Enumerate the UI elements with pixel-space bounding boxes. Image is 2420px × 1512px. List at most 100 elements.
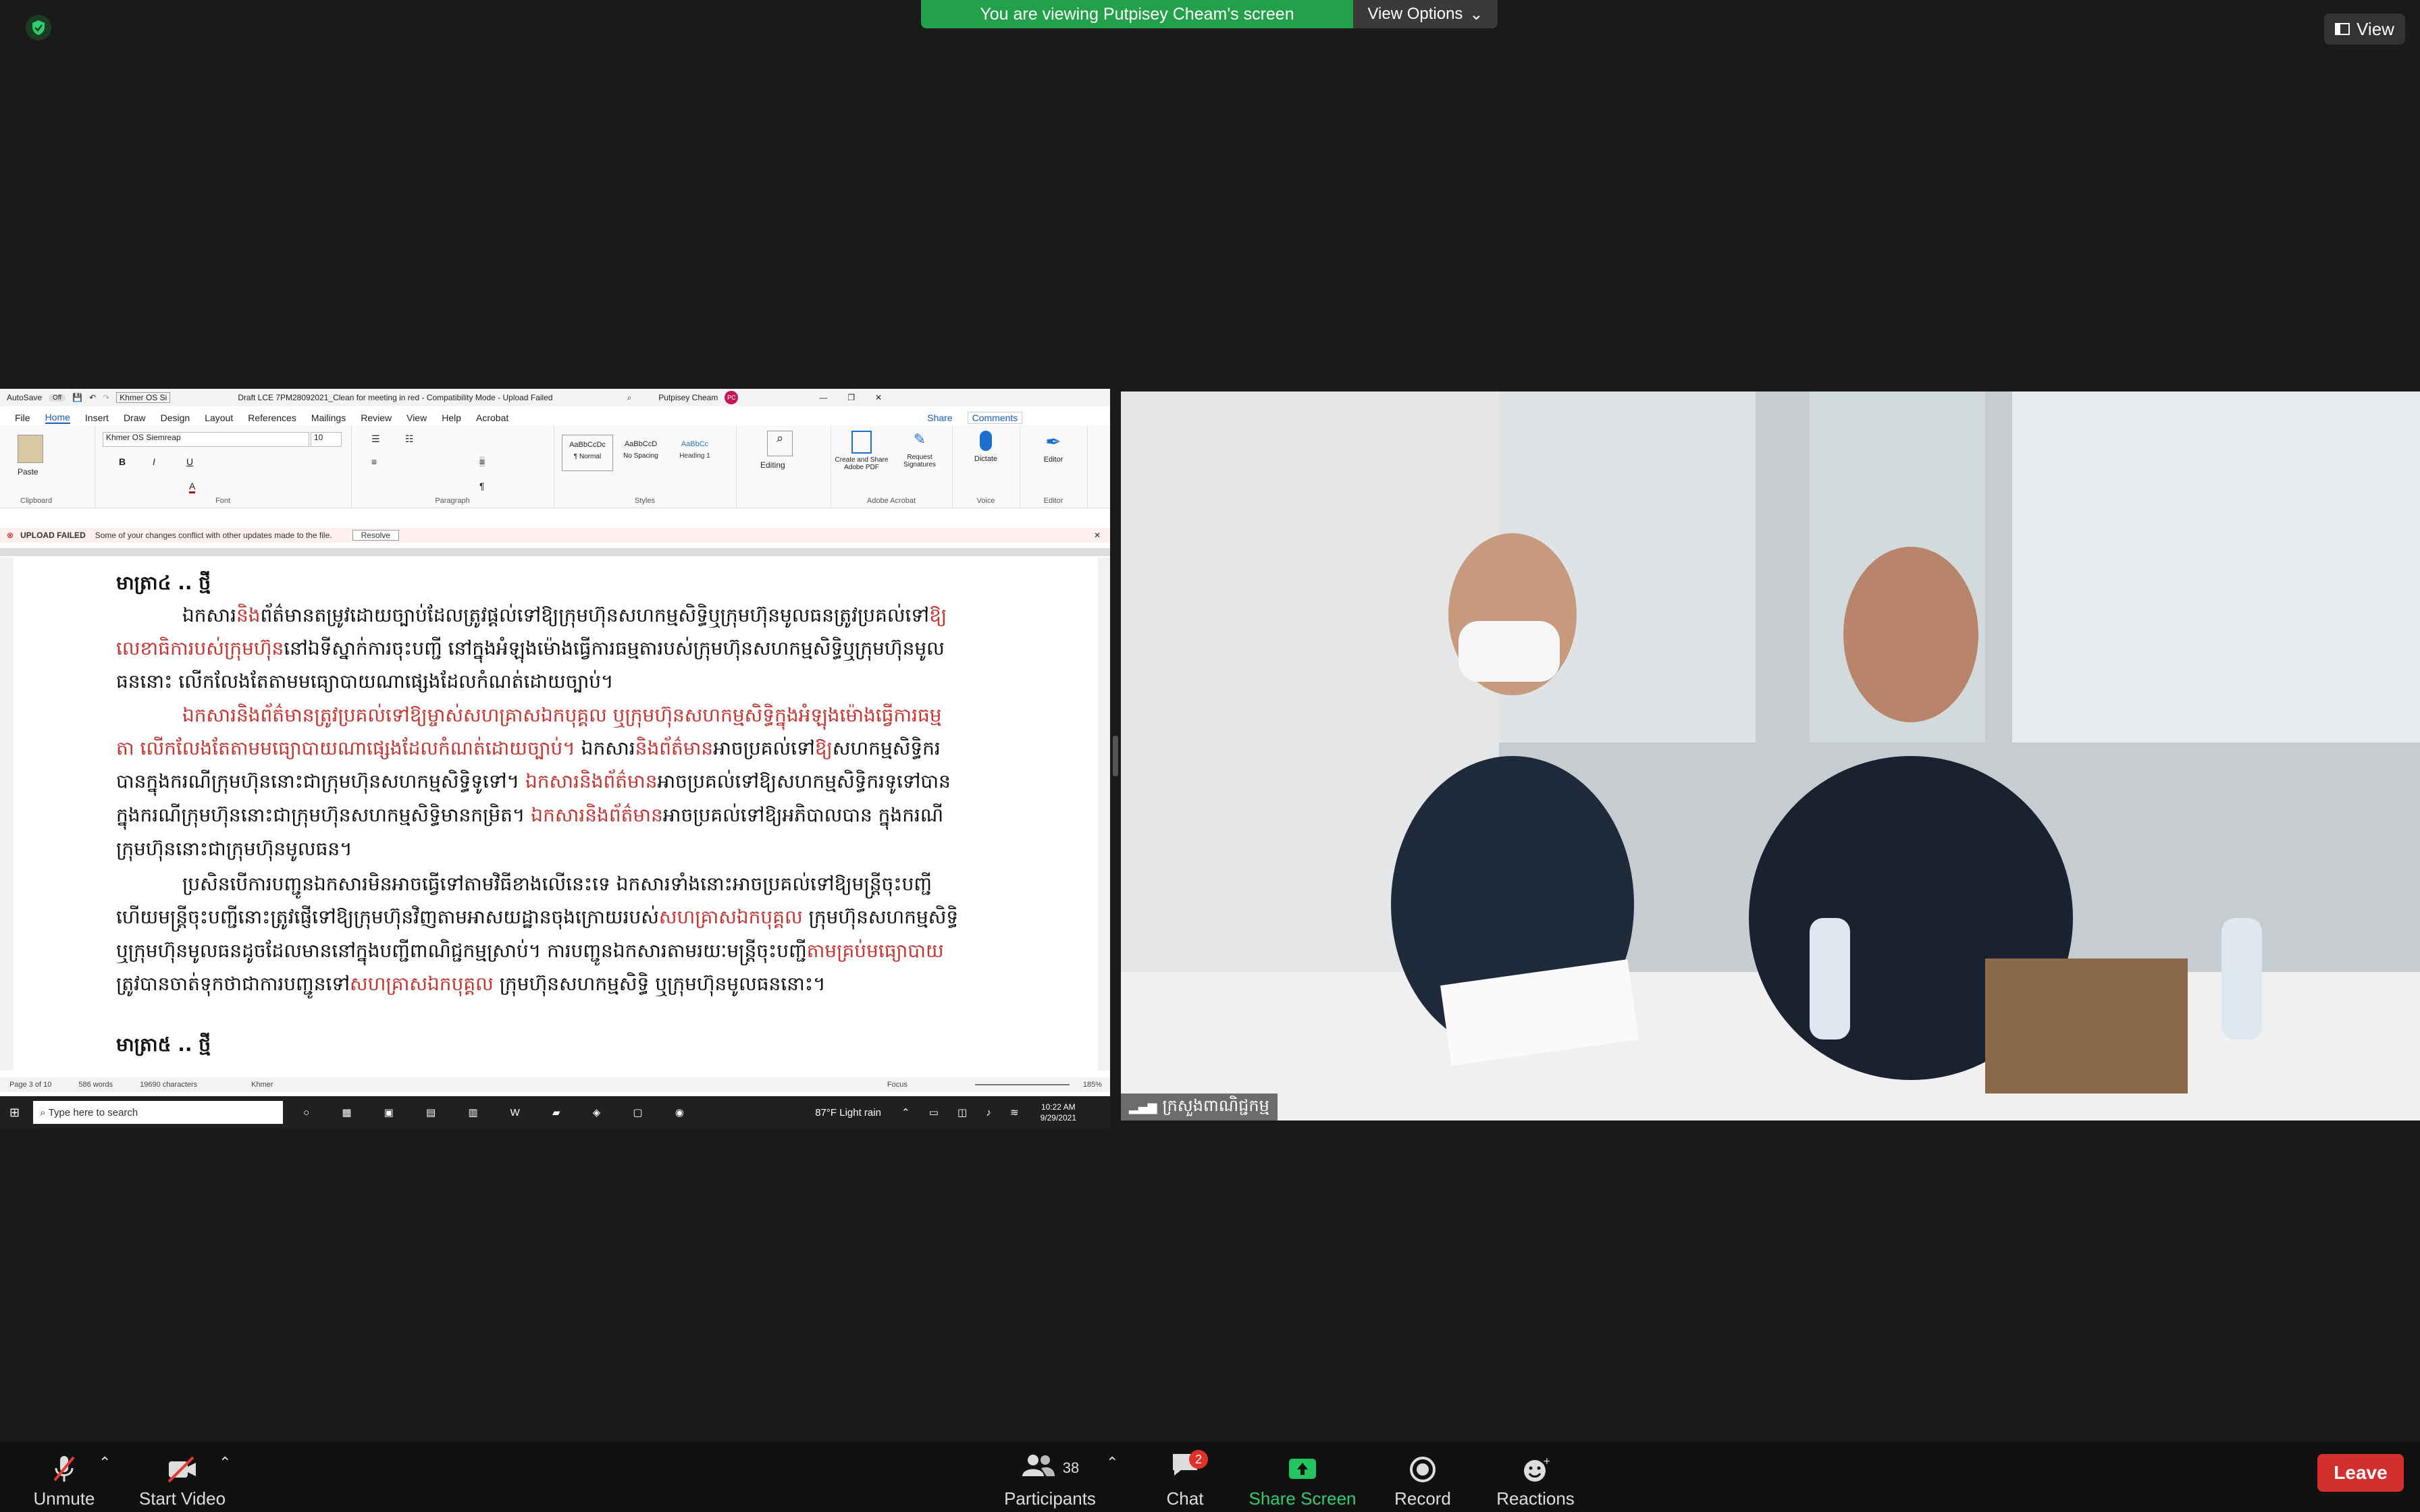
view-options-button[interactable]: View Options ⌄ xyxy=(1353,0,1498,28)
pilcrow-icon[interactable]: ¶ xyxy=(479,481,485,491)
document-line: ឯកសារនិងព័ត៌មានតម្រូវដោយច្បាប់ដែលត្រូវផ្… xyxy=(182,603,947,631)
upload-failed-label: UPLOAD FAILED xyxy=(20,531,86,540)
request-signatures-button[interactable]: ✎ Request Signatures xyxy=(893,431,947,468)
document-page[interactable]: មាត្រា៤ .. ថ្មី ឯកសារនិងព័ត៌មានតម្រូវដោយច… xyxy=(14,558,1098,1071)
share-screen-button[interactable]: Share Screen xyxy=(1246,1449,1359,1509)
zoom-slider[interactable] xyxy=(974,1084,1070,1085)
document-line: ត្រូវបានចាត់ទុកថាជាការបញ្ជូនទៅសហគ្រាសឯកប… xyxy=(116,972,826,1000)
clock[interactable]: 10:22 AM 9/29/2021 xyxy=(1041,1102,1076,1123)
revised-text: សហគ្រាសឯកបុគ្គល xyxy=(658,906,803,928)
justify-icon[interactable]: ≡ xyxy=(479,456,485,467)
tab-acrobat[interactable]: Acrobat xyxy=(476,412,508,423)
italic-button[interactable]: I xyxy=(153,456,155,467)
clock-date: 9/29/2021 xyxy=(1040,1113,1076,1123)
revised-text: តាមគ្រប់មធ្យោបាយ xyxy=(806,940,944,962)
autosave-toggle[interactable]: Off xyxy=(49,394,66,402)
tab-file[interactable]: File xyxy=(15,412,30,423)
editing-label[interactable]: Editing xyxy=(760,460,785,470)
tab-view[interactable]: View xyxy=(406,412,427,423)
ruler[interactable] xyxy=(0,548,1110,556)
font-quick-box[interactable]: Khmer OS Si xyxy=(116,392,171,403)
zoom-level[interactable]: 185% xyxy=(1083,1081,1102,1089)
record-button[interactable]: Record xyxy=(1394,1449,1452,1509)
voice-label: Voice xyxy=(976,497,995,505)
save-icon[interactable]: 💾 xyxy=(72,393,82,402)
view-label: View xyxy=(2357,18,2394,39)
paste-icon[interactable] xyxy=(18,435,43,463)
bullets-icon[interactable]: ☰ xyxy=(371,433,380,445)
leave-button[interactable]: Leave xyxy=(2317,1454,2404,1492)
style-no-spacing[interactable]: AaBbCcD No Spacing xyxy=(616,435,666,470)
tab-references[interactable]: References xyxy=(248,412,296,423)
tab-insert[interactable]: Insert xyxy=(85,412,109,423)
avatar[interactable]: PC xyxy=(725,391,739,404)
word-count[interactable]: 586 words xyxy=(78,1081,113,1089)
dictate-button[interactable]: Dictate xyxy=(966,431,1006,463)
unmute-button[interactable]: Unmute xyxy=(27,1449,101,1509)
focus-button[interactable]: Focus xyxy=(887,1081,908,1089)
view-button[interactable]: View xyxy=(2324,14,2405,45)
text-run: សហកម្មសិទ្ធិករ xyxy=(832,737,941,759)
taskbar-search-box[interactable]: ⌕ Type here to search xyxy=(33,1101,284,1124)
start-video-button[interactable]: Start Video xyxy=(135,1449,230,1509)
text-run: ប្រសិនបើការបញ្ជូនឯកសារមិនអាចធ្វើទៅតាមវិធ… xyxy=(182,873,932,895)
participant-name: ក្រសួងពាណិជ្ជកម្ម xyxy=(1162,1096,1269,1115)
style-heading1[interactable]: AaBbCc Heading 1 xyxy=(670,435,720,470)
comments-button[interactable]: Comments xyxy=(967,412,1023,424)
editing-search-icon[interactable]: ⌕ xyxy=(767,431,793,456)
search-icon[interactable]: ⌕ xyxy=(627,393,632,403)
paste-label[interactable]: Paste xyxy=(18,467,38,477)
tray-icons[interactable]: ⌃ ▭ ◫ ♪ ≋ xyxy=(901,1106,1027,1118)
numbering-icon[interactable]: ☷ xyxy=(405,433,414,445)
weather-widget[interactable]: 87°F Light rain xyxy=(815,1107,881,1118)
dictate-label: Dictate xyxy=(974,455,998,463)
share-button[interactable]: Share xyxy=(927,412,952,423)
editor-label: Editor xyxy=(1043,456,1063,464)
tab-design[interactable]: Design xyxy=(161,412,190,423)
editor-button[interactable]: ✒ Editor xyxy=(1033,431,1074,464)
minimize-icon[interactable]: — xyxy=(819,393,827,402)
pane-divider-handle[interactable] xyxy=(1113,736,1118,776)
revised-text: ឱ្យ xyxy=(929,604,947,626)
close-icon[interactable]: ✕ xyxy=(1094,531,1101,540)
undo-icon[interactable]: ↶ xyxy=(89,393,96,402)
character-count[interactable]: 19690 characters xyxy=(140,1081,197,1089)
tab-layout[interactable]: Layout xyxy=(205,412,233,423)
windows-start-icon[interactable]: ⊞ xyxy=(9,1106,20,1120)
font-color-button[interactable]: A xyxy=(189,481,196,493)
restore-icon[interactable]: ❐ xyxy=(847,393,855,402)
chat-unread-badge: 2 xyxy=(1189,1450,1208,1469)
align-left-icon[interactable]: ≡ xyxy=(371,456,377,467)
security-shield-icon[interactable] xyxy=(26,15,51,40)
taskbar-app-icons[interactable]: ○ ▦ ▣ ▤ ▥ W ▰ ◈ ▢ ◉ xyxy=(303,1106,699,1118)
font-size-select[interactable]: 10 xyxy=(311,432,342,447)
resolve-button[interactable]: Resolve xyxy=(352,530,399,541)
chat-button[interactable]: 2 Chat xyxy=(1160,1449,1210,1509)
text-run: អាចប្រគល់ទៅឱ្យសហកម្មសិទ្ធិករទូទៅបាន xyxy=(657,770,951,792)
style-heading1-preview: AaBbCc xyxy=(681,440,709,448)
audio-options-chevron-icon[interactable]: ⌃ xyxy=(99,1454,111,1472)
participants-button[interactable]: 38 Participants xyxy=(999,1449,1101,1509)
request-signatures-label: Request Signatures xyxy=(903,454,936,468)
tab-review[interactable]: Review xyxy=(361,412,392,423)
close-icon[interactable]: ✕ xyxy=(875,393,882,402)
style-normal[interactable]: AaBbCcDc ¶ Normal xyxy=(562,435,613,471)
video-options-chevron-icon[interactable]: ⌃ xyxy=(219,1454,231,1472)
page-count[interactable]: Page 3 of 10 xyxy=(9,1081,51,1089)
clipboard-label: Clipboard xyxy=(20,497,53,505)
language[interactable]: Khmer xyxy=(251,1081,273,1089)
document-line: ប្រសិនបើការបញ្ជូនឯកសារមិនអាចធ្វើទៅតាមវិធ… xyxy=(182,872,932,900)
tab-home[interactable]: Home xyxy=(45,412,70,424)
create-pdf-button[interactable]: Create and Share Adobe PDF xyxy=(835,431,889,471)
tab-mailings[interactable]: Mailings xyxy=(311,412,346,423)
bold-button[interactable]: B xyxy=(119,456,126,467)
font-name-select[interactable]: Khmer OS Siemreap xyxy=(103,432,309,447)
tab-draw[interactable]: Draw xyxy=(124,412,146,423)
reactions-button[interactable]: + Reactions xyxy=(1495,1449,1576,1509)
taskbar-search-placeholder: Type here to search xyxy=(48,1106,138,1118)
tab-help[interactable]: Help xyxy=(442,412,461,423)
participants-chevron-icon[interactable]: ⌃ xyxy=(1106,1454,1118,1472)
redo-icon[interactable]: ↷ xyxy=(103,393,109,402)
underline-button[interactable]: U xyxy=(186,456,193,467)
upload-failed-bar: ⊗ UPLOAD FAILED Some of your changes con… xyxy=(0,528,1110,543)
